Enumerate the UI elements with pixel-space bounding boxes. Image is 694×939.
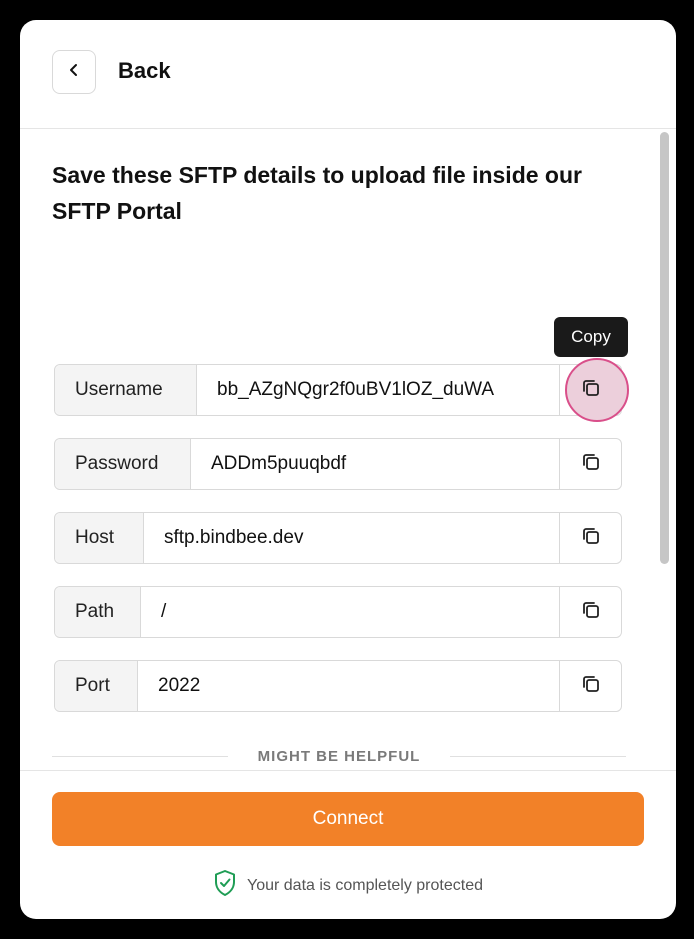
copy-icon: [581, 452, 601, 477]
connect-button[interactable]: Connect: [52, 792, 644, 846]
field-label-path: Path: [55, 587, 141, 637]
field-label-port: Port: [55, 661, 138, 711]
copy-port-button[interactable]: [559, 661, 621, 711]
copy-password-button[interactable]: [559, 439, 621, 489]
host-row: Host sftp.bindbee.dev: [54, 512, 622, 564]
field-label-username: Username: [55, 365, 197, 415]
path-value[interactable]: /: [141, 587, 559, 637]
back-button[interactable]: [52, 50, 96, 94]
copy-icon: [581, 674, 601, 699]
copy-icon: [581, 600, 601, 625]
copy-username-button[interactable]: [559, 358, 629, 422]
port-row: Port 2022: [54, 660, 622, 712]
divider-label: MIGHT BE HELPFUL: [257, 748, 421, 765]
protection-text: Your data is completely protected: [247, 876, 483, 894]
protection-notice: Your data is completely protected: [20, 869, 676, 902]
username-value[interactable]: bb_AZgNQgr2f0uBV1lOZ_duWA: [197, 365, 559, 415]
scrollbar-thumb[interactable]: [660, 132, 669, 564]
page-title: Save these SFTP details to upload file i…: [52, 162, 582, 224]
path-row: Path /: [54, 586, 622, 638]
copy-host-button[interactable]: [559, 513, 621, 563]
chevron-left-icon: [67, 63, 81, 82]
helpful-divider: MIGHT BE HELPFUL: [52, 746, 626, 768]
password-value[interactable]: ADDm5puuqbdf: [191, 439, 559, 489]
field-label-host: Host: [55, 513, 144, 563]
shield-check-icon: [213, 869, 237, 902]
copy-tooltip: Copy: [554, 317, 628, 357]
port-value[interactable]: 2022: [138, 661, 559, 711]
password-row: Password ADDm5puuqbdf: [54, 438, 622, 490]
sftp-details-modal: Back Save these SFTP details to upload f…: [20, 20, 676, 919]
username-row: Username bb_AZgNQgr2f0uBV1lOZ_duWA: [54, 358, 629, 422]
back-label[interactable]: Back: [118, 58, 171, 84]
modal-header: Back: [20, 20, 676, 129]
copy-icon: [581, 526, 601, 551]
copy-path-button[interactable]: [559, 587, 621, 637]
field-label-password: Password: [55, 439, 191, 489]
footer-divider: [20, 770, 676, 771]
host-value[interactable]: sftp.bindbee.dev: [144, 513, 559, 563]
